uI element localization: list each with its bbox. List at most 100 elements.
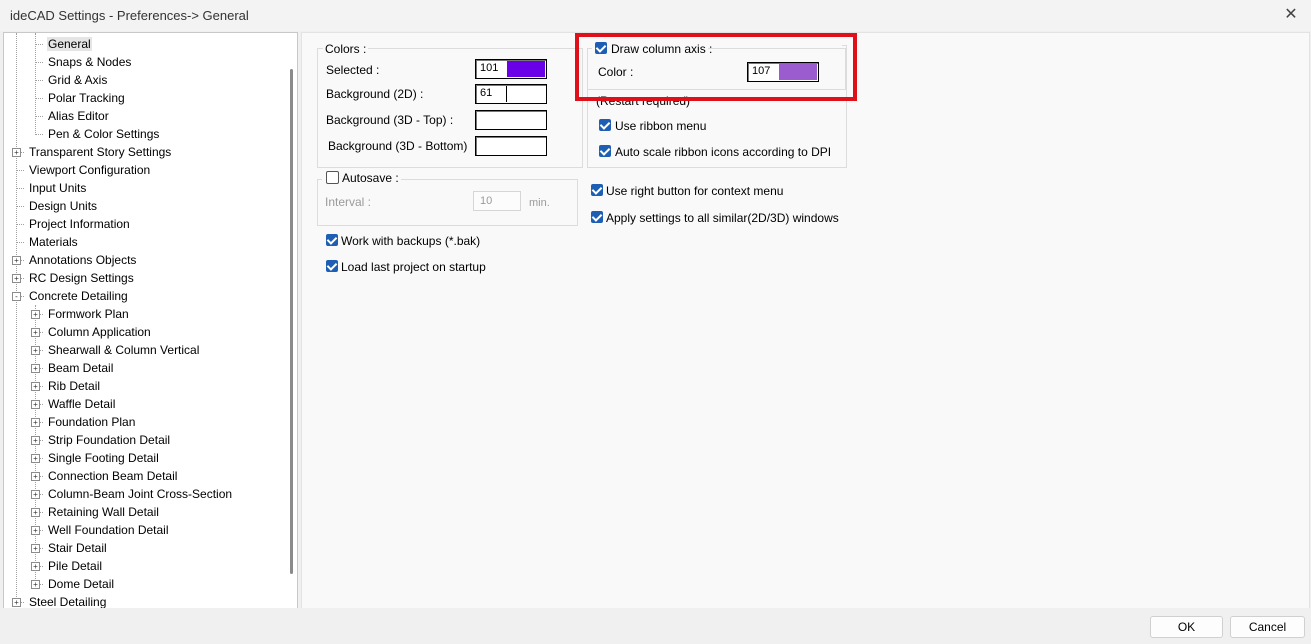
use-ribbon-menu-checkbox[interactable]	[599, 119, 611, 131]
tree-item-label: Strip Foundation Detail	[48, 433, 171, 447]
expand-icon[interactable]: +	[31, 490, 40, 499]
tree-item-label: Waffle Detail	[48, 397, 116, 411]
window-title: ideCAD Settings - Preferences-> General	[10, 8, 249, 23]
tree-connector	[35, 44, 43, 45]
selected-color-swatch	[507, 61, 545, 77]
tree-item[interactable]: Waffle Detail	[47, 395, 116, 413]
tree-item[interactable]: Connection Beam Detail	[47, 467, 178, 485]
expand-icon[interactable]: +	[31, 562, 40, 571]
expand-icon[interactable]: +	[12, 148, 21, 157]
expand-icon[interactable]: +	[31, 382, 40, 391]
close-icon[interactable]: ✕	[1281, 5, 1301, 25]
tree-item[interactable]: Annotations Objects	[28, 251, 137, 269]
tree-item[interactable]: Snaps & Nodes	[47, 53, 132, 71]
expand-icon[interactable]: +	[31, 454, 40, 463]
tree-item[interactable]: Transparent Story Settings	[28, 143, 172, 161]
apply-settings-label: Apply settings to all similar(2D/3D) win…	[606, 211, 839, 225]
tree-item[interactable]: Column-Beam Joint Cross-Section	[47, 485, 233, 503]
tree-item[interactable]: Input Units	[28, 179, 87, 197]
background-3d-bottom-color-picker[interactable]	[475, 136, 547, 156]
tree-item[interactable]: Concrete Detailing	[28, 287, 129, 305]
right-button-context-checkbox[interactable]	[591, 184, 603, 196]
expand-icon[interactable]: +	[12, 256, 21, 265]
interval-input[interactable]: 10	[473, 191, 521, 211]
tree-item[interactable]: Shearwall & Column Vertical	[47, 341, 200, 359]
tree-item[interactable]: Materials	[28, 233, 79, 251]
tree-item[interactable]: Single Footing Detail	[47, 449, 160, 467]
tree-item[interactable]: Project Information	[28, 215, 131, 233]
title-bar: ideCAD Settings - Preferences-> General …	[0, 0, 1311, 31]
tree-item[interactable]: Rib Detail	[47, 377, 101, 395]
expand-icon[interactable]: +	[31, 508, 40, 517]
tree-item[interactable]: Foundation Plan	[47, 413, 136, 431]
right-button-context-label: Use right button for context menu	[606, 184, 784, 198]
auto-scale-ribbon-checkbox[interactable]	[599, 145, 611, 157]
expand-icon[interactable]: +	[31, 364, 40, 373]
expand-icon[interactable]: +	[31, 436, 40, 445]
column-axis-color-label: Color :	[598, 65, 634, 79]
work-with-backups-label: Work with backups (*.bak)	[341, 234, 481, 248]
tree-connector	[35, 62, 43, 63]
expand-icon[interactable]: +	[31, 400, 40, 409]
tree-item[interactable]: Dome Detail	[47, 575, 115, 593]
tree-item[interactable]: RC Design Settings	[28, 269, 135, 287]
work-with-backups-checkbox[interactable]	[326, 234, 338, 246]
expand-icon[interactable]: +	[12, 274, 21, 283]
tree-item-label: Polar Tracking	[48, 91, 125, 105]
tree-item-label: Snaps & Nodes	[48, 55, 132, 69]
preferences-tree[interactable]: General Snaps & Nodes Grid & Axis Polar Tra…	[3, 32, 298, 609]
tree-item[interactable]: Retaining Wall Detail	[47, 503, 160, 521]
tree-item-label: Concrete Detailing	[29, 289, 128, 303]
expand-icon[interactable]: +	[31, 580, 40, 589]
tree-item[interactable]: Steel Detailing	[28, 593, 107, 608]
tree-item[interactable]: General	[47, 35, 92, 53]
expand-icon[interactable]: +	[31, 526, 40, 535]
tree-item[interactable]: Pile Detail	[47, 557, 103, 575]
scrollbar-thumb[interactable]	[290, 69, 293, 574]
apply-settings-checkbox[interactable]	[591, 211, 603, 223]
tree-item[interactable]: Beam Detail	[47, 359, 114, 377]
column-axis-color-swatch	[779, 64, 817, 80]
tree-item[interactable]: Design Units	[28, 197, 98, 215]
load-last-project-checkbox[interactable]	[326, 260, 338, 272]
expand-icon[interactable]: +	[12, 598, 21, 607]
tree-item[interactable]: Viewport Configuration	[28, 161, 151, 179]
expand-icon[interactable]: +	[31, 544, 40, 553]
tree-item[interactable]: Column Application	[47, 323, 152, 341]
expand-icon[interactable]: +	[31, 346, 40, 355]
tree-item[interactable]: Polar Tracking	[47, 89, 126, 107]
tree-item[interactable]: Grid & Axis	[47, 71, 108, 89]
tree-connector	[35, 134, 43, 135]
ok-button[interactable]: OK	[1150, 616, 1223, 638]
tree-connector	[16, 188, 24, 189]
tree-item[interactable]: Stair Detail	[47, 539, 108, 557]
tree-item-label: Viewport Configuration	[29, 163, 151, 177]
tree-item[interactable]: Well Foundation Detail	[47, 521, 170, 539]
column-axis-color-picker[interactable]: 107	[747, 62, 819, 82]
collapse-icon[interactable]: -	[12, 292, 21, 301]
expand-icon[interactable]: +	[31, 310, 40, 319]
tree-item-label: Well Foundation Detail	[48, 523, 169, 537]
tree-item-label: Input Units	[29, 181, 87, 195]
draw-column-axis-checkbox[interactable]	[595, 42, 607, 54]
tree-item[interactable]: Strip Foundation Detail	[47, 431, 171, 449]
tree-item[interactable]: Alias Editor	[47, 107, 110, 125]
interval-unit: min.	[529, 197, 550, 209]
tree-item-label: Pile Detail	[48, 559, 103, 573]
tree-item-label: General	[47, 37, 92, 51]
autosave-label: Autosave :	[342, 171, 399, 185]
selected-color-picker[interactable]: 101	[475, 59, 547, 79]
tree-item[interactable]: Formwork Plan	[47, 305, 130, 323]
tree-item-label: Single Footing Detail	[48, 451, 159, 465]
background-3d-top-color-picker[interactable]	[475, 110, 547, 130]
tree-item-label: Pen & Color Settings	[48, 127, 160, 141]
tree-item[interactable]: Pen & Color Settings	[47, 125, 160, 143]
autosave-checkbox[interactable]	[326, 171, 339, 184]
expand-icon[interactable]: +	[31, 472, 40, 481]
background-2d-color-picker[interactable]: 61	[475, 84, 547, 104]
expand-icon[interactable]: +	[31, 418, 40, 427]
expand-icon[interactable]: +	[31, 328, 40, 337]
cancel-button[interactable]: Cancel	[1230, 616, 1305, 638]
tree-item-label: Shearwall & Column Vertical	[48, 343, 200, 357]
tree-scrollbar[interactable]	[287, 33, 297, 608]
